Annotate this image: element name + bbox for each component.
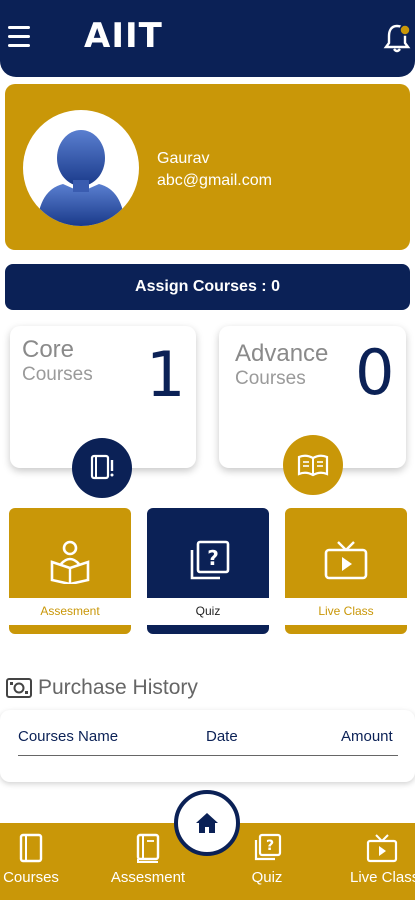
purchase-history-heading: Purchase History bbox=[6, 676, 198, 700]
column-header-amount: Amount bbox=[341, 728, 393, 745]
quiz-tile-label: Quiz bbox=[147, 598, 269, 625]
live-class-tile[interactable]: Live Class bbox=[285, 508, 407, 634]
user-name: Gaurav bbox=[157, 150, 210, 167]
book-icon bbox=[0, 833, 62, 865]
purchase-history-table: Courses Name Date Amount bbox=[0, 710, 415, 782]
assesment-tile-label: Assesment bbox=[9, 598, 131, 625]
quiz-question-icon: ? bbox=[147, 540, 269, 584]
hamburger-menu-icon[interactable] bbox=[8, 26, 30, 50]
svg-text:?: ? bbox=[266, 838, 274, 854]
tv-play-icon bbox=[348, 833, 415, 865]
table-divider bbox=[18, 755, 398, 756]
svg-text:?: ? bbox=[207, 546, 219, 570]
advance-title: Advance bbox=[235, 340, 329, 367]
user-email: abc@gmail.com bbox=[157, 172, 272, 189]
assesment-tile[interactable]: Assesment bbox=[9, 508, 131, 634]
advance-count: 0 bbox=[355, 336, 395, 409]
nav-label-quiz: Quiz bbox=[251, 869, 283, 886]
nav-label-assesment: Assesment bbox=[110, 869, 186, 886]
live-class-tile-label: Live Class bbox=[285, 598, 407, 625]
user-avatar-icon bbox=[23, 110, 139, 226]
column-header-date: Date bbox=[206, 728, 238, 745]
nav-item-quiz[interactable]: ? Quiz bbox=[240, 823, 294, 900]
core-title: Core bbox=[22, 336, 75, 363]
nav-label-live-class: Live Class bbox=[350, 869, 415, 886]
open-book-icon bbox=[283, 435, 343, 495]
reader-book-icon bbox=[9, 540, 131, 584]
core-subtitle: Courses bbox=[22, 364, 93, 385]
nav-item-live-class[interactable]: Live Class bbox=[348, 823, 415, 900]
book-alert-icon bbox=[72, 438, 132, 498]
assign-courses-bar[interactable]: Assign Courses : 0 bbox=[5, 264, 410, 310]
quiz-tile[interactable]: ? Quiz bbox=[147, 508, 269, 634]
top-app-bar: AIIT bbox=[0, 0, 415, 77]
notification-bell-icon[interactable] bbox=[383, 22, 411, 54]
purchase-history-title: Purchase History bbox=[38, 676, 198, 699]
core-count: 1 bbox=[146, 338, 186, 411]
nav-item-courses[interactable]: Courses bbox=[0, 823, 62, 900]
nav-label-courses: Courses bbox=[3, 869, 59, 886]
advance-subtitle: Courses bbox=[235, 368, 306, 389]
profile-card: Gaurav abc@gmail.com bbox=[5, 84, 410, 250]
money-icon bbox=[6, 678, 32, 698]
home-button[interactable] bbox=[174, 790, 240, 856]
app-logo: AIIT bbox=[84, 16, 163, 56]
tv-play-icon bbox=[285, 540, 407, 582]
column-header-courses-name: Courses Name bbox=[18, 728, 119, 745]
quiz-question-icon: ? bbox=[240, 833, 294, 865]
home-icon bbox=[196, 813, 218, 833]
